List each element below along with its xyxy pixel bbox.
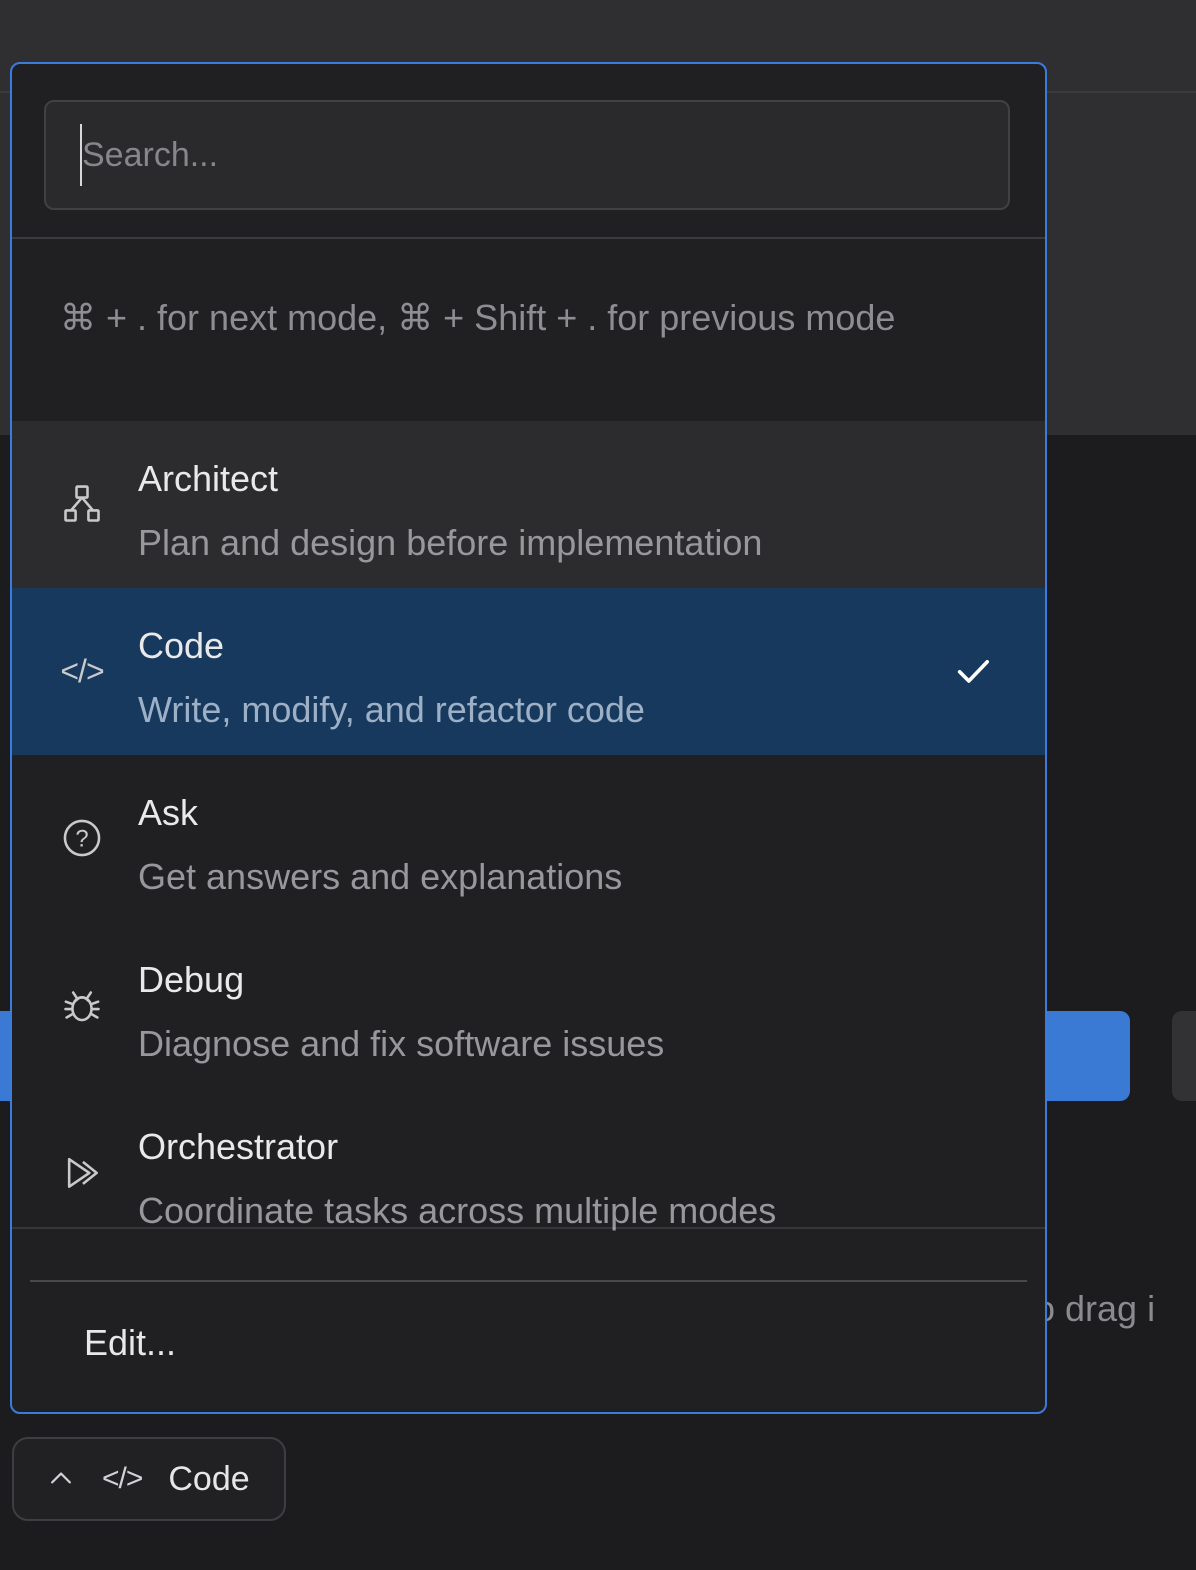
search-input[interactable] <box>82 102 982 208</box>
code-icon: </> <box>102 1462 142 1496</box>
edit-modes-label: Edit... <box>84 1322 176 1364</box>
mode-description: Diagnose and fix software issues <box>138 1022 935 1066</box>
mode-title: Architect <box>138 457 935 501</box>
current-mode-label: Code <box>168 1460 249 1499</box>
mode-item-architect[interactable]: Architect Plan and design before impleme… <box>12 421 1045 588</box>
mode-title: Orchestrator <box>138 1125 935 1169</box>
svg-text:?: ? <box>75 825 88 852</box>
mode-description: Get answers and explanations <box>138 855 935 899</box>
mode-text: Orchestrator Coordinate tasks across mul… <box>138 1125 935 1233</box>
type-hierarchy-icon <box>60 482 104 526</box>
divider <box>12 237 1045 239</box>
shortcut-hint: ⌘ + . for next mode, ⌘ + Shift + . for p… <box>60 288 940 348</box>
chat-placeholder-fragment: o drag i <box>1035 1288 1155 1330</box>
check-icon <box>953 651 993 691</box>
mode-text: Debug Diagnose and fix software issues <box>138 958 935 1066</box>
chevron-up-icon <box>46 1464 76 1494</box>
secondary-action-button[interactable] <box>1172 1011 1196 1101</box>
mode-description: Plan and design before implementation <box>138 521 935 565</box>
edit-modes-item[interactable]: Edit... <box>12 1300 1045 1390</box>
mode-title: Ask <box>138 791 935 835</box>
mode-text: Ask Get answers and explanations <box>138 791 935 899</box>
run-all-icon <box>60 1150 104 1194</box>
mode-description: Write, modify, and refactor code <box>138 688 935 732</box>
code-icon: </> <box>60 649 104 693</box>
mode-item-debug[interactable]: Debug Diagnose and fix software issues <box>12 922 1045 1089</box>
mode-text: Architect Plan and design before impleme… <box>138 457 935 565</box>
divider <box>30 1280 1027 1282</box>
search-box[interactable] <box>44 100 1010 210</box>
bug-icon <box>60 983 104 1027</box>
question-circle-icon: ? <box>60 816 104 860</box>
mode-title: Code <box>138 624 935 668</box>
mode-item-code[interactable]: </> Code Write, modify, and refactor cod… <box>12 588 1045 755</box>
mode-item-orchestrator[interactable]: Orchestrator Coordinate tasks across mul… <box>12 1089 1045 1256</box>
mode-description: Coordinate tasks across multiple modes <box>138 1189 935 1233</box>
mode-item-ask[interactable]: ? Ask Get answers and explanations <box>12 755 1045 922</box>
mode-list: Architect Plan and design before impleme… <box>12 421 1045 1256</box>
mode-selector-popup: ⌘ + . for next mode, ⌘ + Shift + . for p… <box>10 62 1047 1414</box>
mode-title: Debug <box>138 958 935 1002</box>
mode-trigger-button[interactable]: </> Code <box>12 1437 286 1521</box>
mode-text: Code Write, modify, and refactor code <box>138 624 935 732</box>
